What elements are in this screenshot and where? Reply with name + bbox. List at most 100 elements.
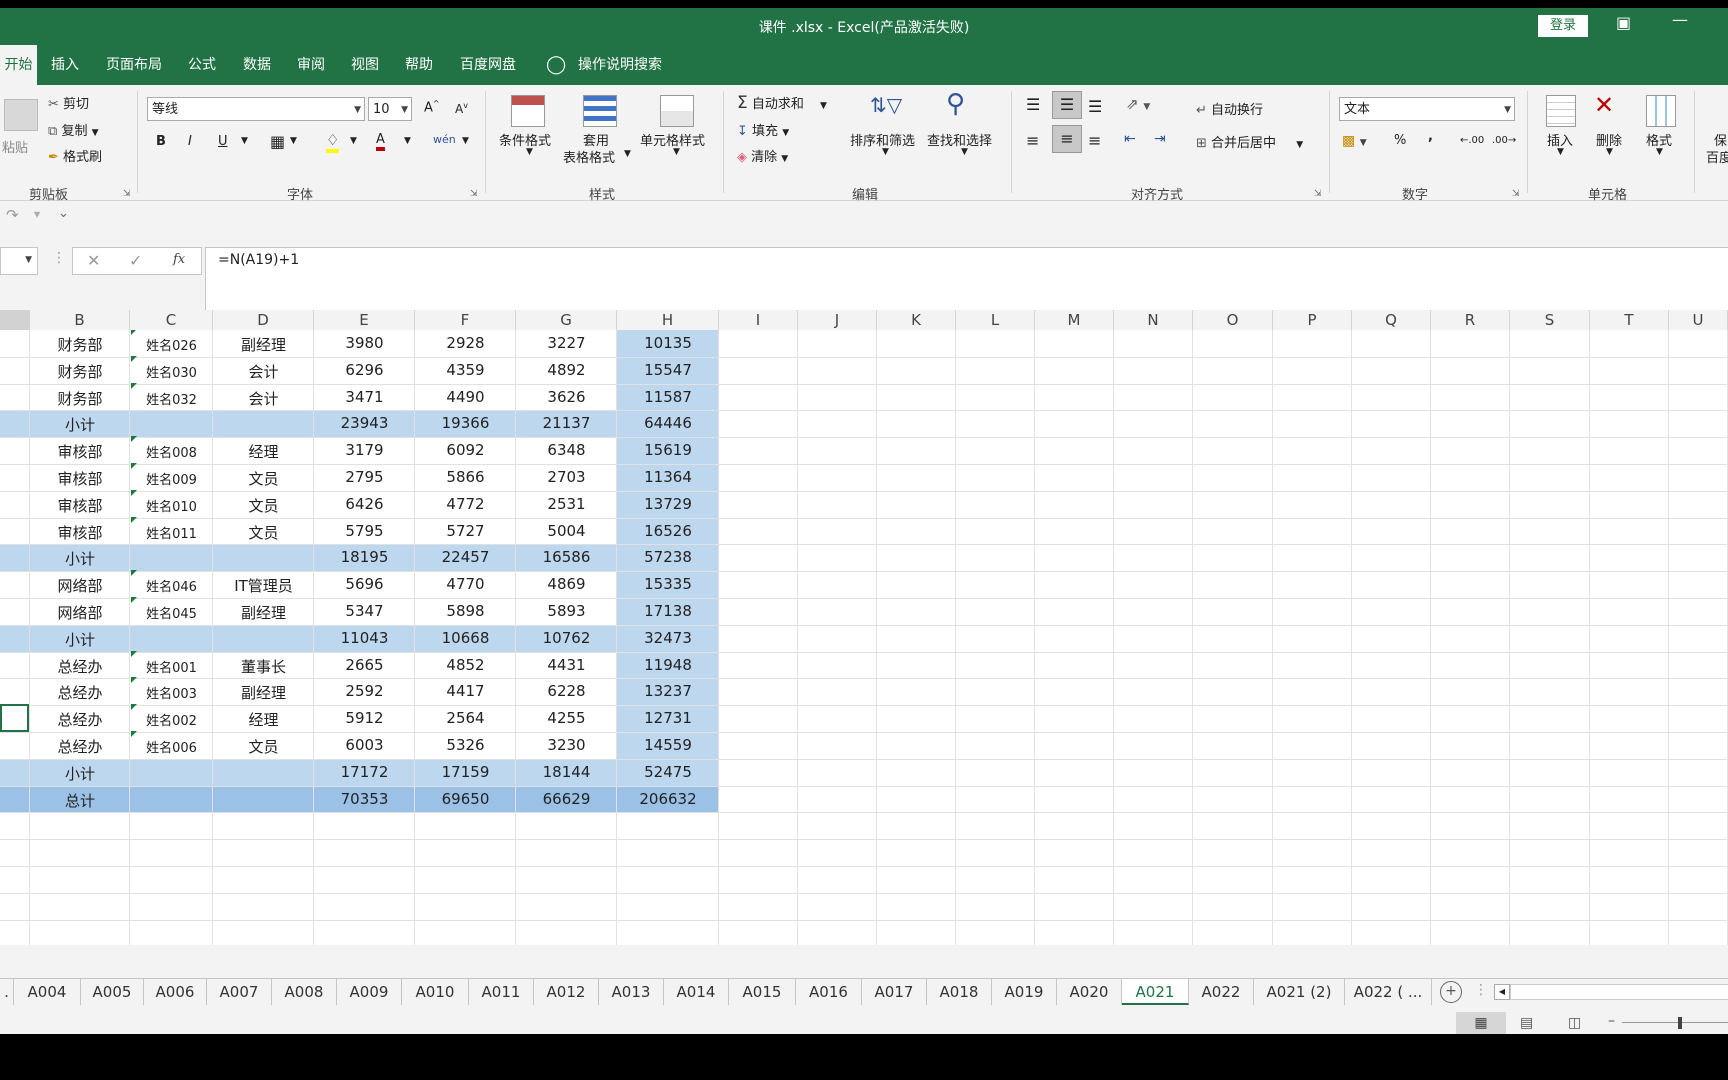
cell-f[interactable]: 2928	[415, 334, 516, 352]
cell-e[interactable]: 3179	[314, 441, 415, 459]
cell-g[interactable]: 2703	[516, 468, 617, 486]
cell-d[interactable]: 副经理	[213, 334, 314, 355]
cell-g[interactable]: 4869	[516, 575, 617, 593]
cell-c[interactable]: 姓名002	[130, 710, 213, 729]
font-launcher-icon[interactable]: ⇲	[470, 189, 478, 199]
cell-d[interactable]: 副经理	[213, 682, 314, 703]
column-header-s[interactable]: S	[1510, 310, 1590, 330]
cell-b[interactable]: 财务部	[30, 388, 130, 409]
sheet-tab[interactable]: A022 ( ...	[1345, 979, 1432, 1005]
cell-h[interactable]: 52475	[617, 763, 719, 781]
cell-f[interactable]: 4770	[415, 575, 516, 593]
ribbon-display-icon[interactable]: ▣	[1616, 13, 1631, 32]
increase-indent-icon[interactable]: ⇥	[1154, 131, 1166, 147]
cell-e[interactable]: 2592	[314, 682, 415, 700]
autosum-button[interactable]: Σ 自动求和 ▼	[737, 93, 827, 113]
column-header-k[interactable]: K	[877, 310, 956, 330]
scroll-left-icon[interactable]: ◀	[1494, 984, 1510, 1000]
fill-button[interactable]: ↧ 填充 ▼	[737, 120, 789, 139]
sheet-tab[interactable]: A009	[337, 979, 402, 1005]
column-header-h[interactable]: H	[617, 310, 719, 330]
align-middle-icon[interactable]: ☰	[1052, 91, 1082, 119]
decrease-decimal-icon[interactable]: .00→	[1492, 135, 1516, 146]
cell-g[interactable]: 6228	[516, 682, 617, 700]
column-header-d[interactable]: D	[213, 310, 314, 330]
sheet-tab[interactable]: A014	[664, 979, 729, 1005]
sheet-tab[interactable]: A017	[862, 979, 927, 1005]
page-break-view-icon[interactable]: ◫	[1568, 1015, 1581, 1031]
column-header-o[interactable]: O	[1193, 310, 1273, 330]
phonetic-button[interactable]: wén	[433, 133, 456, 146]
cell-h[interactable]: 17138	[617, 602, 719, 620]
sheet-tab[interactable]: A022	[1189, 979, 1254, 1005]
page-layout-view-icon[interactable]: ▤	[1520, 1015, 1533, 1031]
login-button[interactable]: 登录	[1538, 15, 1588, 37]
column-header-r[interactable]: R	[1431, 310, 1510, 330]
cell-f[interactable]: 4772	[415, 495, 516, 513]
sheet-tab[interactable]: A004	[14, 979, 81, 1005]
cell-d[interactable]: 文员	[213, 736, 314, 757]
chevron-down-icon[interactable]: ▼	[241, 136, 248, 146]
cell-g[interactable]: 3626	[516, 388, 617, 406]
format-table-label-2[interactable]: 表格格式	[563, 147, 615, 166]
cell-e[interactable]: 23943	[314, 414, 415, 432]
protect-button-2[interactable]: 百度	[1706, 147, 1728, 166]
increase-font-icon[interactable]: A^	[424, 99, 440, 115]
cell-f[interactable]: 2564	[415, 709, 516, 727]
cell-f[interactable]: 6092	[415, 441, 516, 459]
sheet-tab[interactable]: A018	[927, 979, 992, 1005]
minimize-icon[interactable]: —	[1672, 10, 1688, 29]
cell-c[interactable]: 姓名009	[130, 469, 213, 488]
column-header-q[interactable]: Q	[1352, 310, 1431, 330]
cell-e[interactable]: 5795	[314, 522, 415, 540]
cell-e[interactable]: 5912	[314, 709, 415, 727]
cell-b[interactable]: 网络部	[30, 575, 130, 596]
tab-view[interactable]: 视图	[351, 45, 379, 85]
zoom-out-icon[interactable]: –	[1608, 1013, 1615, 1029]
cell-g[interactable]: 21137	[516, 414, 617, 432]
merge-center-button[interactable]: ⊞ 合并后居中 ▼	[1196, 132, 1303, 151]
cell-d[interactable]: 文员	[213, 468, 314, 489]
cell-g[interactable]: 4892	[516, 361, 617, 379]
cell-g[interactable]: 2531	[516, 495, 617, 513]
cell-e[interactable]: 18195	[314, 548, 415, 566]
sheet-tab[interactable]: A021 (2)	[1254, 979, 1345, 1005]
currency-icon[interactable]: ▩ ▼	[1342, 133, 1367, 149]
cell-e[interactable]: 11043	[314, 629, 415, 647]
increase-decimal-icon[interactable]: ←.00	[1460, 135, 1484, 146]
paste-icon[interactable]	[4, 99, 38, 131]
cell-g[interactable]: 5893	[516, 602, 617, 620]
cut-button[interactable]: ✂ 剪切	[48, 93, 89, 112]
column-header-e[interactable]: E	[314, 310, 415, 330]
cell-f[interactable]: 4417	[415, 682, 516, 700]
chevron-down-icon[interactable]: ▼	[34, 210, 40, 219]
normal-view-icon[interactable]: ▦	[1456, 1012, 1506, 1034]
column-header-b[interactable]: B	[30, 310, 130, 330]
cell-e[interactable]: 6426	[314, 495, 415, 513]
percent-button[interactable]: %	[1394, 133, 1406, 148]
cell-b[interactable]: 总经办	[30, 656, 130, 677]
cell-b[interactable]: 总计	[30, 790, 130, 811]
add-sheet-icon[interactable]: +	[1440, 981, 1462, 1003]
cell-b[interactable]: 审核部	[30, 441, 130, 462]
cell-h[interactable]: 15619	[617, 441, 719, 459]
sheet-tab[interactable]: A019	[992, 979, 1057, 1005]
chevron-down-icon[interactable]: ▼	[624, 149, 631, 159]
decrease-font-icon[interactable]: Av	[455, 101, 468, 116]
font-color-button[interactable]: A	[376, 132, 385, 151]
tab-help[interactable]: 帮助	[405, 45, 433, 85]
cell-h[interactable]: 64446	[617, 414, 719, 432]
cell-h[interactable]: 10135	[617, 334, 719, 352]
chevron-down-icon[interactable]: ▼	[673, 147, 680, 157]
tab-formulas[interactable]: 公式	[188, 45, 216, 85]
italic-button[interactable]: I	[188, 134, 192, 149]
cell-f[interactable]: 5727	[415, 522, 516, 540]
drag-handle-icon[interactable]: ⋮	[1474, 982, 1488, 998]
cell-b[interactable]: 财务部	[30, 361, 130, 382]
cell-e[interactable]: 2665	[314, 656, 415, 674]
sheet-tab[interactable]: A011	[469, 979, 534, 1005]
tell-me-search[interactable]: 操作说明搜索	[578, 45, 662, 85]
decrease-indent-icon[interactable]: ⇤	[1124, 131, 1136, 147]
formula-input[interactable]: =N(A19)+1	[205, 247, 1728, 311]
chevron-down-icon[interactable]: ▼	[290, 136, 297, 146]
